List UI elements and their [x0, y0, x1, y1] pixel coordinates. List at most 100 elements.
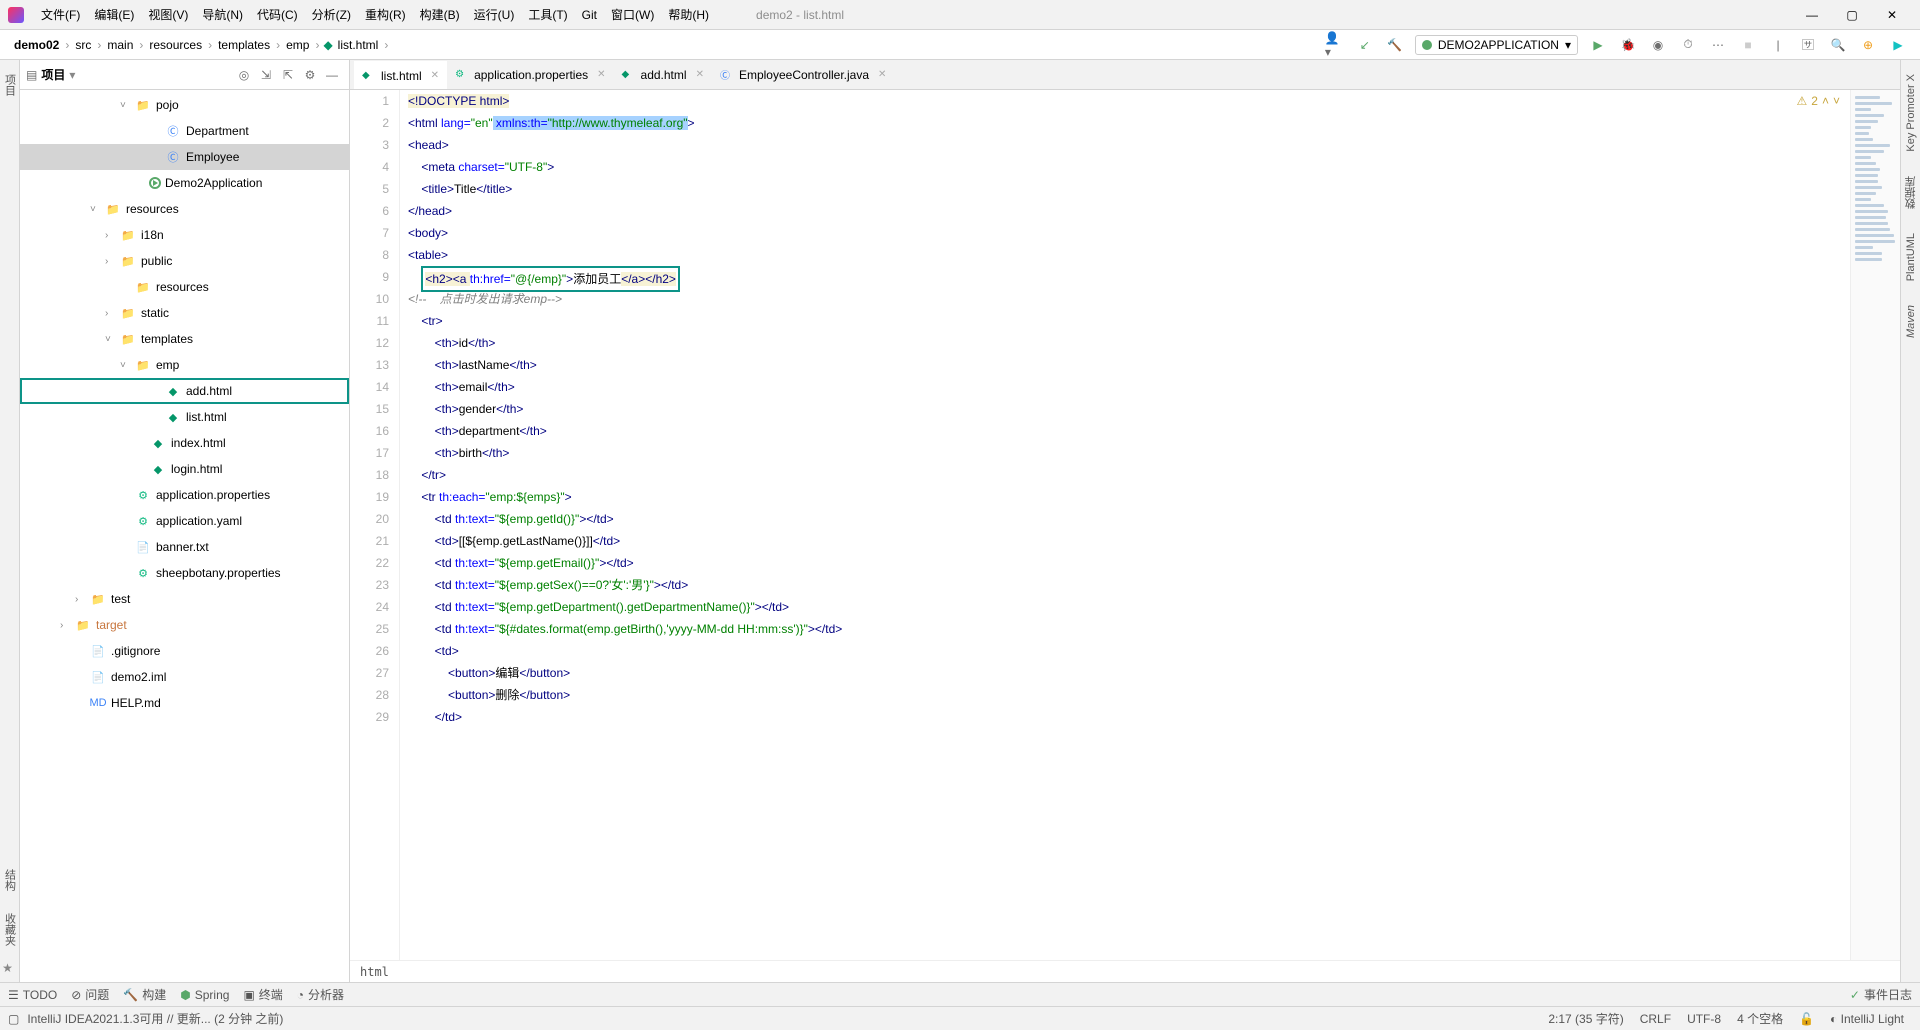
- crumb-templates[interactable]: templates: [216, 38, 272, 52]
- tree-folder-emp[interactable]: ˅📁emp: [20, 352, 349, 378]
- left-tab-favorites[interactable]: 收藏夹: [0, 905, 20, 954]
- status-line-sep[interactable]: CRLF: [1632, 1012, 1679, 1026]
- select-open-file-icon[interactable]: ◎: [233, 68, 255, 82]
- tool-build[interactable]: 🔨构建: [123, 986, 166, 1003]
- crumb-src[interactable]: src: [73, 38, 93, 52]
- tool-terminal[interactable]: ▣终端: [243, 986, 282, 1003]
- status-lock-icon[interactable]: 🔓: [1791, 1012, 1822, 1026]
- menu-view[interactable]: 视图(V): [141, 6, 195, 23]
- menu-window[interactable]: 窗口(W): [604, 6, 661, 23]
- close-icon[interactable]: ✕: [597, 69, 605, 80]
- chevron-up-icon[interactable]: ˄: [1822, 94, 1829, 108]
- status-update[interactable]: IntelliJ IDEA2021.1.3可用 // 更新... (2 分钟 之…: [19, 1010, 291, 1027]
- menu-nav[interactable]: 导航(N): [195, 6, 250, 23]
- right-tab-plantuml[interactable]: PlantUML: [1903, 225, 1919, 289]
- close-icon[interactable]: ✕: [431, 70, 439, 81]
- tool-profiler[interactable]: ◔分析器: [297, 986, 344, 1003]
- more-run-icon[interactable]: ⋯: [1708, 35, 1728, 55]
- tree-file-add-html[interactable]: ◆add.html: [20, 378, 349, 404]
- close-button[interactable]: ✕: [1872, 1, 1912, 29]
- tree-file-gitignore[interactable]: 📄.gitignore: [20, 638, 349, 664]
- menu-build[interactable]: 构建(B): [413, 6, 467, 23]
- tree-file-login-html[interactable]: ◆login.html: [20, 456, 349, 482]
- profile-icon[interactable]: ⏱: [1678, 35, 1698, 55]
- maximize-button[interactable]: ▢: [1832, 1, 1872, 29]
- tree-folder-public[interactable]: ›📁public: [20, 248, 349, 274]
- tree-folder-pojo[interactable]: ˅📁pojo: [20, 92, 349, 118]
- tool-todo[interactable]: ☰TODO: [8, 988, 57, 1002]
- coverage-icon[interactable]: ◉: [1648, 35, 1668, 55]
- hammer-icon[interactable]: 🔨: [1385, 35, 1405, 55]
- collapse-all-icon[interactable]: ⇱: [277, 68, 299, 82]
- tab-controller[interactable]: ⒸEmployeeController.java✕: [712, 61, 894, 89]
- crumb-file[interactable]: list.html: [336, 38, 381, 52]
- status-indent[interactable]: 4 个空格: [1729, 1010, 1791, 1027]
- codewithme-icon[interactable]: ▶: [1888, 35, 1908, 55]
- tree-file-index-html[interactable]: ◆index.html: [20, 430, 349, 456]
- tool-problems[interactable]: ⊘问题: [71, 986, 109, 1003]
- update-icon[interactable]: ↙: [1355, 35, 1375, 55]
- menu-analyze[interactable]: 分析(Z): [305, 6, 358, 23]
- tree-folder-i18n[interactable]: ›📁i18n: [20, 222, 349, 248]
- menu-file[interactable]: 文件(F): [34, 6, 87, 23]
- tree-file-sheep[interactable]: ⚙sheepbotany.properties: [20, 560, 349, 586]
- menu-refactor[interactable]: 重构(R): [358, 6, 413, 23]
- menu-help[interactable]: 帮助(H): [661, 6, 716, 23]
- chevron-down-icon[interactable]: ▾: [69, 68, 75, 82]
- chevron-down-icon[interactable]: ˅: [1833, 94, 1840, 108]
- tree-folder-static[interactable]: ›📁static: [20, 300, 349, 326]
- right-tab-keypromoter[interactable]: Key Promoter X: [1903, 66, 1919, 160]
- tree-file-list-html[interactable]: ◆list.html: [20, 404, 349, 430]
- right-tab-maven[interactable]: Maven: [1903, 297, 1919, 346]
- crumb-emp[interactable]: emp: [284, 38, 311, 52]
- tree-folder-resources2[interactable]: 📁resources: [20, 274, 349, 300]
- line-gutter[interactable]: 1234567891011121314151617181920212223242…: [350, 90, 400, 960]
- debug-icon[interactable]: 🐞: [1618, 35, 1638, 55]
- user-icon[interactable]: 👤▾: [1325, 35, 1345, 55]
- star-icon[interactable]: ★: [0, 960, 16, 976]
- search-icon[interactable]: 🔍: [1828, 35, 1848, 55]
- left-tab-structure[interactable]: 结构: [0, 861, 20, 899]
- menu-tools[interactable]: 工具(T): [521, 6, 574, 23]
- crumb-resources[interactable]: resources: [147, 38, 204, 52]
- tree-folder-templates[interactable]: ˅📁templates: [20, 326, 349, 352]
- tool-window-icon[interactable]: ▢: [8, 1012, 19, 1026]
- tab-appprops[interactable]: ⚙application.properties✕: [447, 61, 613, 89]
- tree-file-demo2app[interactable]: Demo2Application: [20, 170, 349, 196]
- stop-icon[interactable]: ■: [1738, 35, 1758, 55]
- add-icon[interactable]: ⊕: [1858, 35, 1878, 55]
- editor-breadcrumb[interactable]: html: [350, 960, 1900, 982]
- tab-list-html[interactable]: ◆list.html✕: [354, 61, 447, 89]
- status-theme[interactable]: ◐ IntelliJ Light: [1822, 1012, 1912, 1026]
- run-config-selector[interactable]: DEMO2APPLICATION ▾: [1415, 35, 1578, 55]
- tree-file-help[interactable]: MDHELP.md: [20, 690, 349, 716]
- status-position[interactable]: 2:17 (35 字符): [1540, 1010, 1631, 1027]
- inspection-widget[interactable]: ⚠2 ˄ ˅: [1797, 94, 1840, 108]
- translate-icon[interactable]: 🈂: [1798, 35, 1818, 55]
- menu-code[interactable]: 代码(C): [250, 6, 305, 23]
- close-icon[interactable]: ✕: [696, 69, 704, 80]
- event-log[interactable]: ✓事件日志: [1850, 986, 1912, 1003]
- crumb-project[interactable]: demo02: [12, 38, 61, 52]
- left-tab-project[interactable]: 项目: [0, 66, 20, 104]
- tab-add-html[interactable]: ◆add.html✕: [614, 61, 712, 89]
- menu-edit[interactable]: 编辑(E): [87, 6, 141, 23]
- menu-git[interactable]: Git: [575, 8, 604, 22]
- tree-folder-target[interactable]: ›📁target: [20, 612, 349, 638]
- tree-file-department[interactable]: ⒸDepartment: [20, 118, 349, 144]
- settings-icon[interactable]: ⚙: [299, 68, 321, 82]
- editor-body[interactable]: 1234567891011121314151617181920212223242…: [350, 90, 1900, 960]
- project-tree[interactable]: ˅📁pojo ⒸDepartment ⒸEmployee Demo2Applic…: [20, 90, 349, 982]
- close-icon[interactable]: ✕: [878, 69, 886, 80]
- tool-spring[interactable]: ⬢Spring: [180, 988, 229, 1002]
- right-tab-database[interactable]: 数据库: [1901, 168, 1920, 217]
- minimize-button[interactable]: —: [1792, 1, 1832, 29]
- tree-file-appprops[interactable]: ⚙application.properties: [20, 482, 349, 508]
- status-encoding[interactable]: UTF-8: [1679, 1012, 1729, 1026]
- code-area[interactable]: ⚠2 ˄ ˅ <!DOCTYPE html> <html lang="en" x…: [400, 90, 1850, 960]
- hide-panel-icon[interactable]: —: [321, 68, 343, 82]
- tree-folder-test[interactable]: ›📁test: [20, 586, 349, 612]
- run-icon[interactable]: ▶: [1588, 35, 1608, 55]
- tree-file-banner[interactable]: 📄banner.txt: [20, 534, 349, 560]
- tree-file-demo2iml[interactable]: 📄demo2.iml: [20, 664, 349, 690]
